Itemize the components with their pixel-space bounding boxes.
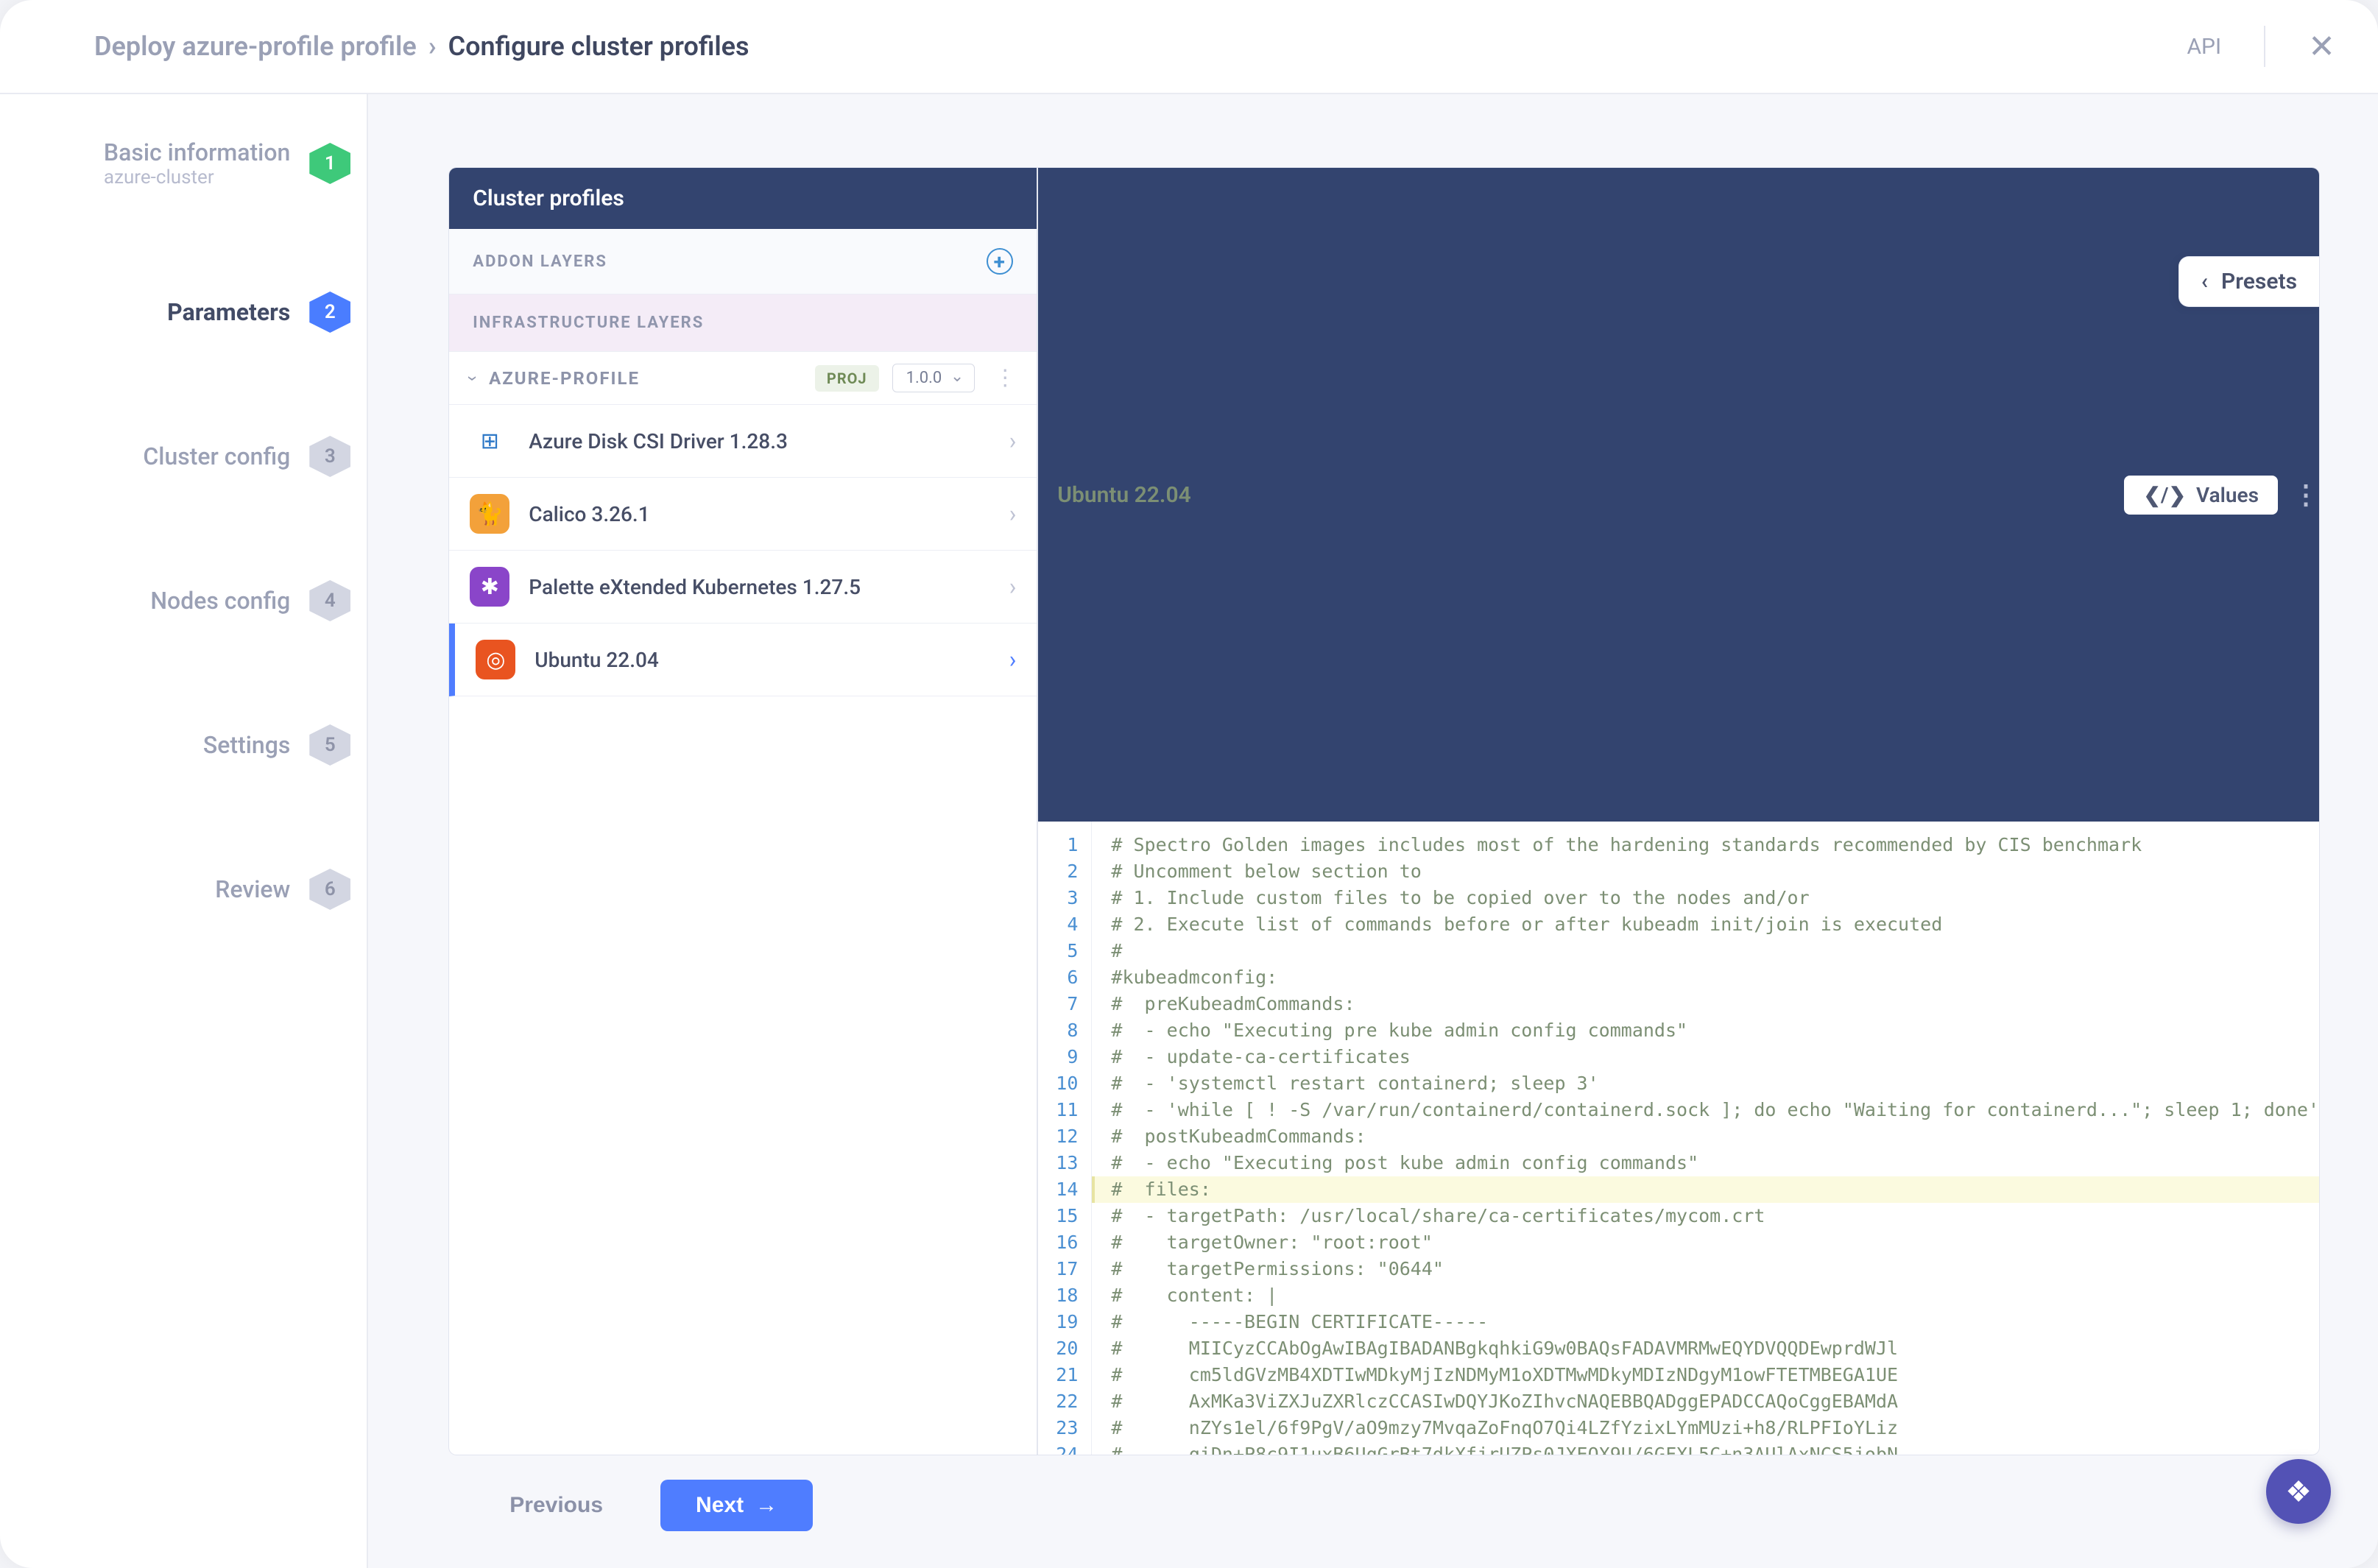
step-label: Cluster config <box>143 442 290 470</box>
code-icon: ❮/❯ <box>2143 483 2186 507</box>
chevron-right-icon: › <box>1009 500 1017 528</box>
help-fab[interactable]: ❖ <box>2266 1459 2331 1524</box>
chevron-left-icon: ‹ <box>2201 269 2208 294</box>
addon-layers-header[interactable]: ADDON LAYERS + <box>449 229 1037 294</box>
line-gutter: 1234567891011121314151617181920212223242… <box>1038 822 1092 1455</box>
step-nodes-config[interactable]: Nodes config 4 <box>0 580 350 621</box>
step-parameters[interactable]: Parameters 2 <box>0 292 350 333</box>
profile-version-select[interactable]: 1.0.0 <box>892 364 975 392</box>
profile-scope-tag: PROJ <box>815 365 879 392</box>
step-label: Nodes config <box>150 587 290 615</box>
close-icon[interactable]: ✕ <box>2308 27 2335 66</box>
step-cluster-config[interactable]: Cluster config 3 <box>0 436 350 477</box>
values-button[interactable]: ❮/❯ Values <box>2124 476 2278 515</box>
profile-menu-icon[interactable]: ⋮ <box>994 365 1016 391</box>
pack-editor-title: Ubuntu 22.04 <box>1057 482 1190 508</box>
step-badge: 4 <box>309 580 350 621</box>
step-badge: 5 <box>309 724 350 766</box>
pack-row[interactable]: ✱ Palette eXtended Kubernetes 1.27.5 › <box>449 551 1037 624</box>
editor-menu-icon[interactable]: ⋮ <box>2293 479 2319 510</box>
pack-row[interactable]: ⊞ Azure Disk CSI Driver 1.28.3 › <box>449 405 1037 478</box>
previous-button[interactable]: Previous <box>474 1480 638 1531</box>
step-badge: 6 <box>309 869 350 910</box>
step-label: Settings <box>203 731 290 759</box>
chevron-down-icon: › <box>462 375 484 381</box>
breadcrumb-current: Configure cluster profiles <box>448 31 749 62</box>
step-label: Parameters <box>167 298 290 326</box>
help-icon: ❖ <box>2285 1475 2312 1509</box>
values-button-label: Values <box>2196 483 2259 507</box>
api-link[interactable]: API <box>2187 34 2221 60</box>
next-button-label: Next <box>696 1493 744 1518</box>
step-badge: 3 <box>309 436 350 477</box>
wizard-footer: Previous Next → <box>449 1455 2319 1539</box>
pack-editor-panel: Ubuntu 22.04 ❮/❯ Values ⋮ 12345678910111… <box>1038 168 2319 1455</box>
header-divider <box>2264 26 2265 67</box>
presets-label: Presets <box>2221 269 2297 294</box>
pack-row[interactable]: 🐈 Calico 3.26.1 › <box>449 478 1037 551</box>
profile-name: AZURE-PROFILE <box>489 368 640 389</box>
arrow-right-icon: → <box>755 1493 777 1518</box>
pack-name: Palette eXtended Kubernetes 1.27.5 <box>529 575 861 599</box>
presets-button[interactable]: ‹ Presets <box>2178 256 2319 307</box>
cluster-profiles-panel: Cluster profiles ADDON LAYERS + INFRASTR… <box>449 168 1038 1455</box>
profile-row[interactable]: › AZURE-PROFILE PROJ 1.0.0 ⋮ <box>449 352 1037 405</box>
breadcrumb-sep: › <box>428 31 437 62</box>
step-review[interactable]: Review 6 <box>0 869 350 910</box>
pack-icon: ◎ <box>476 640 515 679</box>
breadcrumb-root[interactable]: Deploy azure-profile profile <box>94 31 417 62</box>
step-settings[interactable]: Settings 5 <box>0 724 350 766</box>
step-badge: 1 <box>309 143 350 184</box>
infra-layers-header: INFRASTRUCTURE LAYERS <box>449 294 1037 352</box>
code-editor[interactable]: 1234567891011121314151617181920212223242… <box>1038 822 2319 1455</box>
pack-icon: ✱ <box>470 567 509 607</box>
cluster-profiles-title: Cluster profiles <box>449 168 1037 229</box>
step-basic-information[interactable]: Basic informationazure-cluster 1 <box>0 138 350 188</box>
pack-name: Calico 3.26.1 <box>529 502 649 526</box>
breadcrumb: Deploy azure-profile profile › Configure… <box>94 31 749 62</box>
step-badge: 2 <box>309 292 350 333</box>
wizard-stepper: Basic informationazure-cluster 1 Parameter… <box>0 94 368 1568</box>
chevron-right-icon: › <box>1009 646 1017 674</box>
next-button[interactable]: Next → <box>660 1480 813 1531</box>
pack-name: Azure Disk CSI Driver 1.28.3 <box>529 429 788 453</box>
code-area[interactable]: # Spectro Golden images includes most of… <box>1092 822 2319 1455</box>
chevron-right-icon: › <box>1009 427 1017 455</box>
pack-icon: ⊞ <box>470 421 509 461</box>
add-addon-layer-icon[interactable]: + <box>987 248 1013 275</box>
infra-layers-label: INFRASTRUCTURE LAYERS <box>473 314 704 332</box>
pack-name: Ubuntu 22.04 <box>534 648 659 672</box>
chevron-right-icon: › <box>1009 573 1017 601</box>
step-label: Review <box>215 875 290 903</box>
addon-layers-label: ADDON LAYERS <box>473 252 607 271</box>
pack-row[interactable]: ◎ Ubuntu 22.04 › <box>449 624 1037 696</box>
pack-icon: 🐈 <box>470 494 509 534</box>
step-label: Basic informationazure-cluster <box>104 138 290 188</box>
